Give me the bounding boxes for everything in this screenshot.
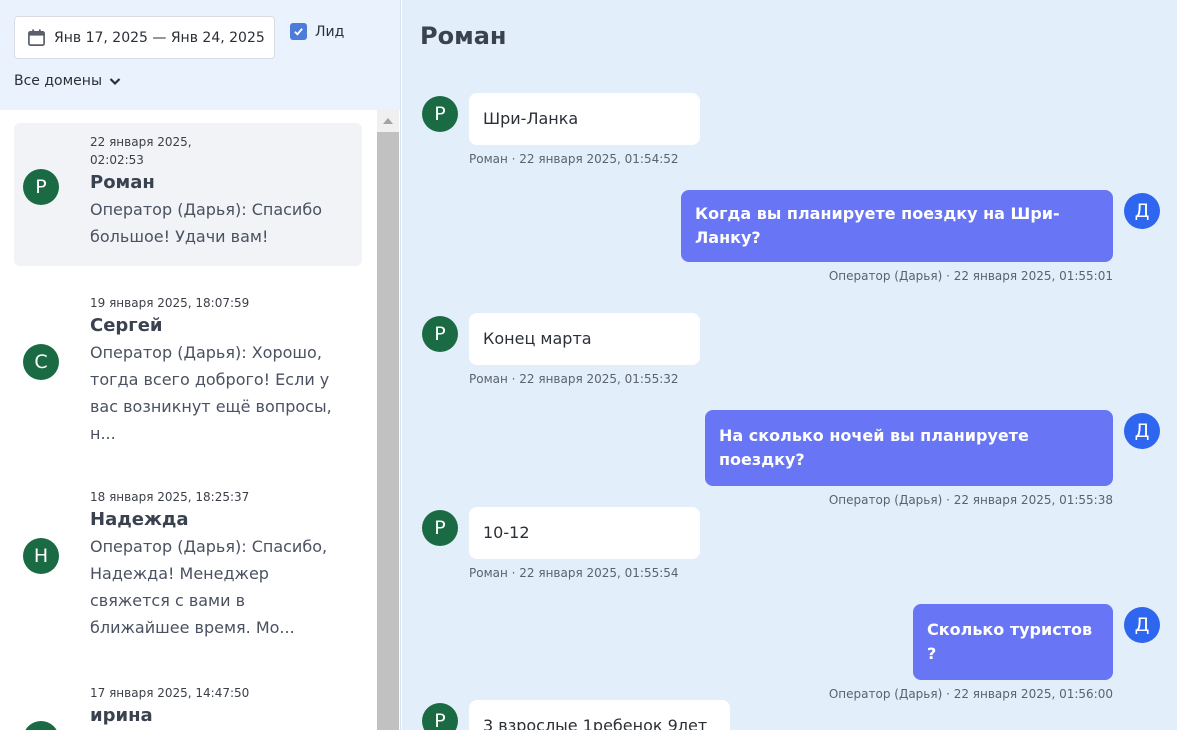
client-avatar: Р: [422, 510, 458, 546]
chat-title: Роман: [420, 22, 507, 50]
client-avatar: Р: [422, 703, 458, 730]
message-meta: Оператор (Дарья) · 22 января 2025, 01:56…: [828, 687, 1113, 701]
operator-message: На сколько ночей вы планируете поездку? …: [705, 410, 1113, 507]
message-bubble: Конец марта: [469, 313, 700, 365]
client-avatar: Р: [422, 316, 458, 352]
list-scrollbar[interactable]: [377, 110, 399, 730]
client-message: 10-12 Роман · 22 января 2025, 01:55:54: [469, 507, 700, 580]
conversation-name: ирина: [90, 705, 153, 726]
check-icon: [294, 28, 303, 36]
conversation-preview: Оператор (Дарья): Спасибо большое! Удачи…: [90, 200, 322, 246]
lead-filter[interactable]: Лид: [290, 23, 344, 40]
message-bubble: Когда вы планируете поездку на Шри- Ланк…: [681, 190, 1113, 262]
conversation-name: Сергей: [90, 315, 163, 336]
conversation-name: Роман: [90, 172, 155, 193]
conversation-preview: Оператор (Дарья): Хорошо, тогда всего до…: [90, 343, 332, 443]
conversation-date: 18 января 2025, 18:25:37: [90, 490, 250, 504]
message-meta: Роман · 22 января 2025, 01:55:54: [469, 566, 679, 580]
message-bubble: 10-12: [469, 507, 700, 559]
message-bubble: Сколько туристов ?: [913, 604, 1113, 680]
client-message: Шри-Ланка Роман · 22 января 2025, 01:54:…: [469, 93, 700, 166]
scroll-thumb[interactable]: [377, 132, 399, 730]
message-meta: Оператор (Дарья) · 22 января 2025, 01:55…: [828, 493, 1113, 507]
message-meta: Роман · 22 января 2025, 01:54:52: [469, 152, 679, 166]
conversation-date: 19 января 2025, 18:07:59: [90, 296, 250, 310]
conversation-list: Р 22 января 2025, 02:02:53 Роман Операто…: [0, 110, 377, 730]
operator-message: Сколько туристов ? Оператор (Дарья) · 22…: [806, 604, 1113, 701]
message-bubble: На сколько ночей вы планируете поездку?: [705, 410, 1113, 486]
conversation-date: 22 января 2025, 02:02:53: [90, 135, 192, 167]
operator-avatar: Д: [1124, 413, 1160, 449]
filters-panel: Янв 17, 2025 — Янв 24, 2025 Лид Все доме…: [0, 0, 400, 110]
client-avatar: Р: [422, 96, 458, 132]
domains-dropdown[interactable]: Все домены: [14, 73, 122, 89]
conversation-date: 17 января 2025, 14:47:50: [90, 686, 250, 700]
operator-avatar: Д: [1124, 193, 1160, 229]
client-message: 3 взрослые 1ребенок 9лет: [469, 700, 730, 730]
message-bubble: 3 взрослые 1ребенок 9лет: [469, 700, 730, 730]
avatar: И: [23, 721, 59, 730]
operator-avatar: Д: [1124, 607, 1160, 643]
domains-label: Все домены: [14, 73, 102, 89]
lead-label: Лид: [315, 23, 345, 40]
chat-panel: Роман Р Шри-Ланка Роман · 22 января 2025…: [402, 0, 1177, 730]
chevron-down-icon: [109, 78, 121, 86]
date-range-input[interactable]: Янв 17, 2025 — Янв 24, 2025: [14, 16, 275, 59]
date-range-text: Янв 17, 2025 — Янв 24, 2025: [54, 29, 265, 46]
conversation-preview: Оператор (Дарья): Спасибо, Надежда! Мене…: [90, 537, 328, 637]
scroll-up-icon[interactable]: [383, 118, 393, 124]
message-meta: Оператор (Дарья) · 22 января 2025, 01:55…: [828, 269, 1113, 283]
conversation-item[interactable]: Н 18 января 2025, 18:25:37 Надежда Опера…: [14, 480, 362, 650]
client-message: Конец марта Роман · 22 января 2025, 01:5…: [469, 313, 700, 386]
message-bubble: Шри-Ланка: [469, 93, 700, 145]
operator-message: Когда вы планируете поездку на Шри- Ланк…: [681, 190, 1113, 283]
message-meta: Роман · 22 января 2025, 01:55:32: [469, 372, 679, 386]
conversation-name: Надежда: [90, 509, 189, 530]
conversation-item[interactable]: Р 22 января 2025, 02:02:53 Роман Операто…: [14, 123, 362, 266]
conversation-item[interactable]: И 17 января 2025, 14:47:50 ирина: [14, 676, 362, 730]
lead-checkbox[interactable]: [290, 23, 307, 40]
avatar: Р: [23, 169, 59, 205]
conversation-item[interactable]: С 19 января 2025, 18:07:59 Сергей Операт…: [14, 286, 362, 456]
calendar-icon: [28, 29, 45, 46]
avatar: С: [23, 344, 59, 380]
conversation-sidebar: Янв 17, 2025 — Янв 24, 2025 Лид Все доме…: [0, 0, 401, 730]
avatar: Н: [23, 538, 59, 574]
